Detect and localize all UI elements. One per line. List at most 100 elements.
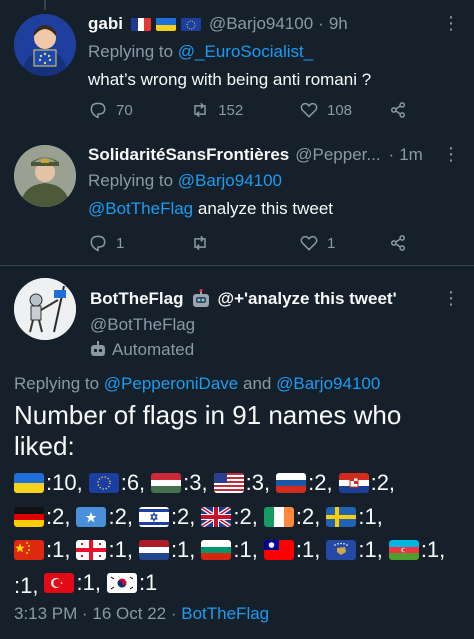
- flag-count: :3,: [245, 470, 271, 495]
- tweet-text: what’s wrong with being anti romani ?: [88, 70, 372, 89]
- tweet-header: gabi @Barjo94100 · 9h: [88, 12, 460, 36]
- more-options-icon[interactable]: ⋮: [442, 13, 460, 34]
- robot-icon: [190, 289, 212, 309]
- flag-hungary-icon: [151, 473, 182, 493]
- tweet-header: BotTheFlag @+'analyze this tweet': [90, 287, 460, 311]
- retweet-button[interactable]: 152: [190, 100, 299, 120]
- flag-somalia-icon: [76, 507, 107, 527]
- flag-uk-icon: [201, 507, 232, 527]
- tweet-text: Number of flags in 91 names who liked:: [14, 400, 464, 462]
- author-handle[interactable]: @BotTheFlag: [90, 315, 195, 335]
- flag-count-item: :1,: [138, 537, 196, 563]
- author-name[interactable]: SolidaritéSansFrontières: [88, 145, 289, 165]
- automated-text: Automated: [112, 340, 195, 359]
- flag-croatia-icon: [338, 473, 369, 493]
- flag-row-3: :1,:1,:1,:1,:1,:1,:1,: [14, 537, 451, 566]
- separator-dot: ·: [388, 145, 395, 164]
- mention-link[interactable]: @BotTheFlag: [88, 199, 193, 218]
- tweet-header: SolidaritéSansFrontières @Pepper... · 1m: [88, 143, 460, 167]
- author-handle[interactable]: @Pepper...: [295, 145, 380, 165]
- flag-count: :1,: [170, 537, 196, 562]
- tweet-gabi[interactable]: gabi @Barjo94100 · 9h ⋮ Replying to @_Eu…: [0, 0, 474, 135]
- replying-to-link-1[interactable]: @PepperoniDave: [104, 374, 238, 393]
- flag-count: :2,: [308, 470, 333, 495]
- flag-count: :1,: [108, 537, 133, 562]
- replying-line: Replying to @_EuroSocialist_: [88, 42, 313, 62]
- flag-count: :1,: [14, 573, 39, 598]
- replying-to-link-2[interactable]: @Barjo94100: [276, 374, 380, 393]
- like-button[interactable]: 108: [299, 100, 388, 120]
- replying-to-link[interactable]: @_EuroSocialist_: [178, 42, 313, 61]
- flag-count-item: :2,: [276, 470, 333, 496]
- flag-row-1: :10,:6,:3,:3,:2,:2,: [14, 470, 401, 499]
- flag-kosovo-icon: [326, 540, 357, 560]
- share-button[interactable]: [388, 233, 408, 253]
- like-button[interactable]: 1: [299, 233, 388, 253]
- flag-sweden-icon: [326, 507, 357, 527]
- replying-line: Replying to @Barjo94100: [88, 171, 282, 191]
- retweet-button[interactable]: [190, 233, 299, 253]
- tweet-actions: 1 1: [88, 231, 408, 255]
- flag-count-item: :10,: [14, 470, 83, 496]
- tweet-botheflag: BotTheFlag @+'analyze this tweet' ⋮ @Bot…: [0, 266, 474, 639]
- flag-georgia-icon: [76, 540, 107, 560]
- tweet-timestamp[interactable]: 3:13 PM · 16 Oct 22 ·: [14, 604, 181, 623]
- flag-france-icon: [130, 17, 151, 31]
- flag-count-item: :1,: [44, 570, 101, 596]
- like-count: 1: [326, 234, 336, 252]
- flag-count-item: :1,: [388, 537, 445, 563]
- more-options-icon[interactable]: ⋮: [442, 288, 460, 309]
- flag-azerbaijan-icon: [388, 540, 419, 560]
- flag-count-item: :1,: [326, 504, 383, 530]
- flag-count-item: :1,: [326, 537, 383, 563]
- heart-icon: [300, 235, 318, 251]
- avatar-solidarite[interactable]: [14, 145, 76, 207]
- retweet-count: 152: [218, 101, 244, 119]
- flag-bulgaria-icon: [201, 540, 232, 560]
- flag-russia-icon: [276, 473, 307, 493]
- replying-prefix: Replying to: [88, 42, 174, 61]
- share-icon: [391, 235, 405, 251]
- flag-usa-icon: [213, 473, 244, 493]
- tweet-text-line-1: Number of flags in 91 names who: [14, 400, 402, 430]
- author-handle[interactable]: @Barjo94100: [209, 14, 313, 34]
- avatar-botheflag[interactable]: [14, 278, 76, 340]
- flag-count: :2,: [46, 504, 71, 529]
- bot-icon: [88, 341, 108, 359]
- share-button[interactable]: [388, 100, 408, 120]
- flag-count: :2,: [170, 504, 196, 529]
- flag-count: :1: [138, 570, 158, 595]
- flag-netherlands-icon: [138, 540, 169, 560]
- flag-count-item: :2,: [14, 504, 70, 530]
- author-name[interactable]: BotTheFlag: [90, 289, 184, 309]
- retweet-icon: [194, 102, 206, 118]
- tweet-time[interactable]: 9h: [329, 14, 348, 34]
- reply-button[interactable]: 1: [88, 233, 162, 253]
- flag-count-item: :6,: [88, 470, 145, 496]
- flag-count-item: :1,: [14, 537, 70, 563]
- avatar-gabi[interactable]: [14, 14, 76, 76]
- flag-count: :2,: [108, 504, 133, 529]
- flag-count: :2,: [295, 504, 321, 529]
- tweet-timestamp-line: 3:13 PM · 16 Oct 22 · BotTheFlag: [14, 604, 269, 624]
- flag-count: :1,: [358, 537, 383, 562]
- author-name[interactable]: gabi: [88, 14, 123, 34]
- flag-ukraine-icon: [14, 473, 44, 493]
- reply-icon: [90, 102, 106, 119]
- flag-count: :1,: [295, 537, 321, 562]
- reply-icon: [90, 235, 106, 252]
- tweet-time[interactable]: 1m: [399, 145, 423, 165]
- reply-button[interactable]: 70: [88, 100, 162, 120]
- name-suffix: @+'analyze this tweet': [217, 289, 397, 308]
- flag-count: :1,: [233, 537, 258, 562]
- flag-count-item: :1: [106, 570, 158, 596]
- flag-count-item: :1,: [201, 537, 258, 563]
- more-options-icon[interactable]: ⋮: [442, 144, 460, 165]
- flag-count: :2,: [233, 504, 258, 529]
- source-link[interactable]: BotTheFlag: [181, 604, 269, 623]
- separator-dot: ·: [318, 14, 324, 33]
- flag-ireland-icon: [263, 507, 294, 527]
- replying-to-link[interactable]: @Barjo94100: [178, 171, 282, 190]
- tweet-solidarite[interactable]: SolidaritéSansFrontières @Pepper... · 1m…: [0, 135, 474, 265]
- replying-and: and: [242, 374, 272, 393]
